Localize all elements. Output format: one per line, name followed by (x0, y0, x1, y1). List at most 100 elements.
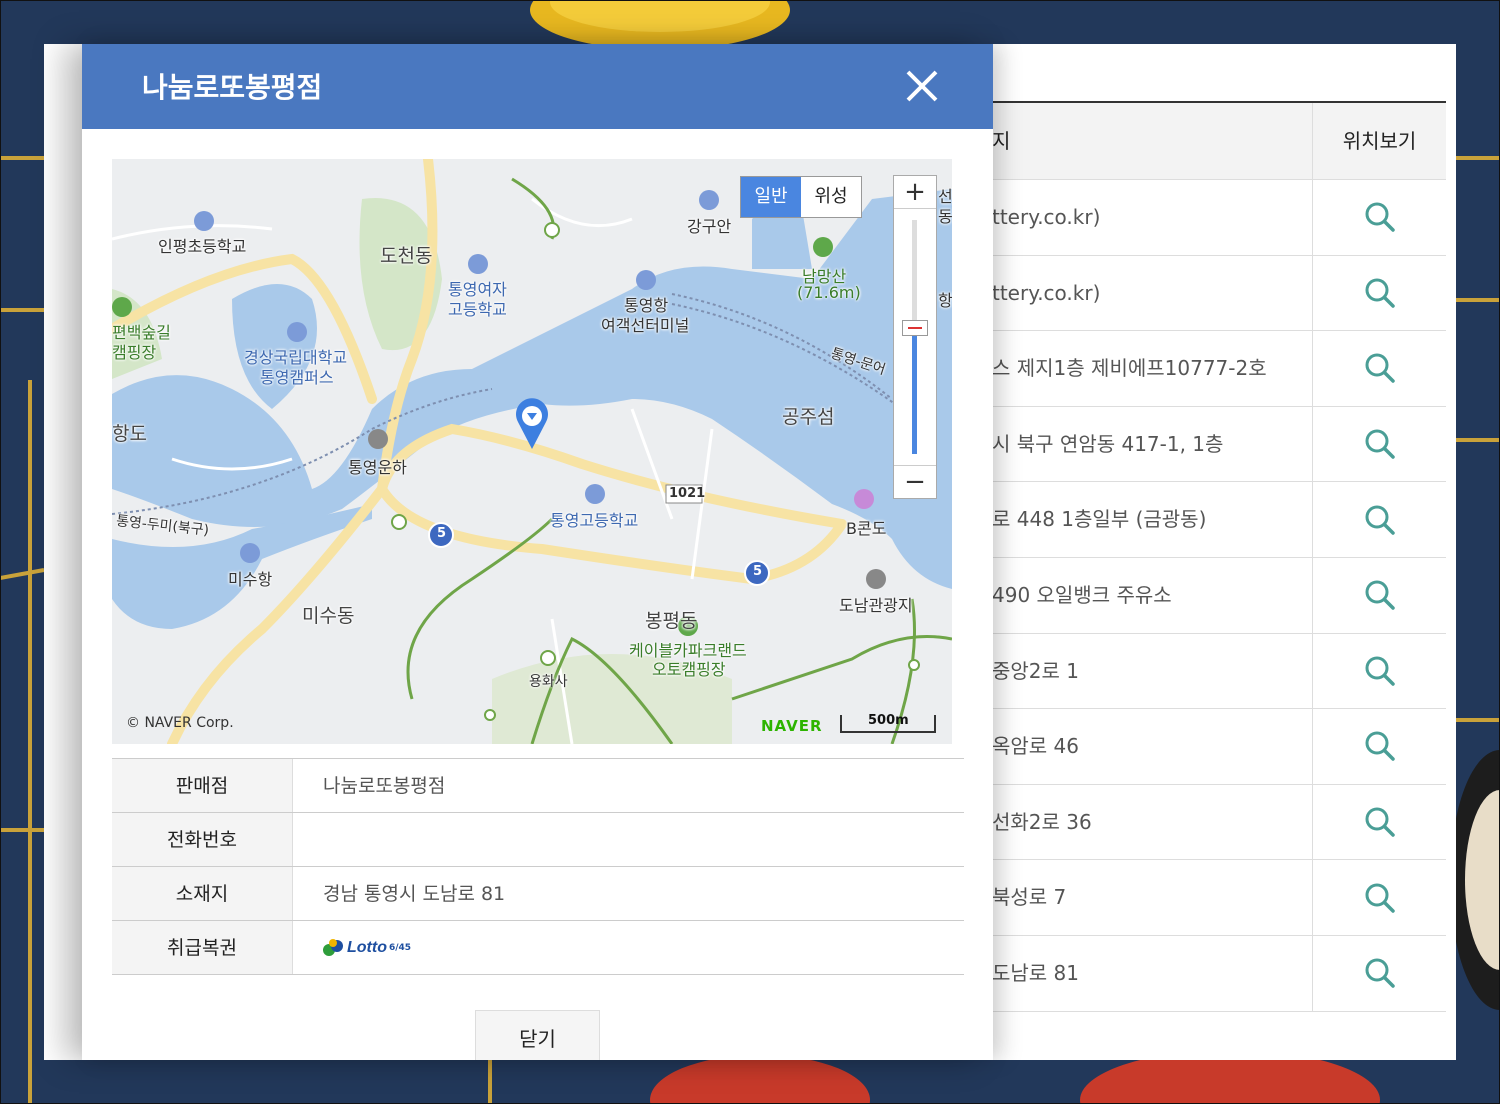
map-label-gongjuseom: 공주섬 (782, 406, 835, 428)
map-label-univ-2: 통영캠퍼스 (260, 368, 334, 387)
zoom-level-fill (912, 336, 917, 454)
row-address: 옥암로 46 (992, 734, 1080, 759)
table-row: 선화2로 36 (992, 784, 1446, 861)
map-label-nammangsan-2: (71.6m) (797, 283, 861, 302)
modal-title: 나눔로또봉평점 (142, 71, 323, 104)
info-value-lottery-types: Lotto 6/45 (293, 921, 411, 974)
map-label-forest-2: 캠핑장 (112, 343, 157, 362)
info-value-phone (293, 813, 323, 866)
table-row: 로 448 1층일부 (금광동) (992, 482, 1446, 558)
row-address: ttery.co.kr) (992, 280, 1101, 305)
map-label-bongpyeong: 봉평동 (645, 610, 698, 632)
map-label-cable-2: 오토캠핑장 (652, 660, 726, 679)
table-row: 스 제지1층 제비에프10777-2호 (992, 331, 1446, 407)
map-label-docheon: 도천동 (380, 245, 433, 267)
search-icon[interactable] (1364, 957, 1396, 989)
map-label-donam: 도남관광지 (839, 596, 913, 615)
lotto-logo-number: 6/45 (388, 942, 412, 953)
location-view-cell (1312, 633, 1446, 709)
search-icon[interactable] (1364, 806, 1396, 838)
table-row: ttery.co.kr) (992, 255, 1446, 332)
row-address: 북성로 7 (992, 885, 1067, 910)
naver-logo[interactable]: NAVER (761, 717, 823, 735)
row-address: 스 제지1층 제비에프10777-2호 (992, 356, 1267, 381)
map-label-inpyeong: 인평초등학교 (158, 237, 247, 256)
store-detail-modal: 나눔로또봉평점 인평초등학교 도천동 통영여자 고등학교 강구안 남망산 (71… (82, 44, 993, 1060)
info-row-phone: 전화번호 (112, 813, 964, 867)
zoom-slider-handle[interactable] (902, 320, 928, 336)
table-row: 중앙2로 1 (992, 633, 1446, 710)
table-row: ttery.co.kr) (992, 180, 1446, 256)
map-label-bcondo: B콘도 (846, 519, 887, 538)
row-address: 중앙2로 1 (992, 658, 1080, 683)
info-key-phone: 전화번호 (112, 813, 293, 866)
info-key-lottery-types: 취급복권 (112, 921, 293, 974)
location-view-cell (1312, 255, 1446, 331)
row-address: 490 오일뱅크 주유소 (992, 582, 1172, 607)
header-location: 위치보기 (1312, 103, 1446, 179)
map-label-hangdo: 항도 (112, 423, 147, 445)
table-row: 옥암로 46 (992, 709, 1446, 785)
close-button[interactable]: 닫기 (475, 1010, 600, 1060)
search-icon[interactable] (1364, 730, 1396, 762)
search-icon[interactable] (1364, 352, 1396, 384)
map-label-tongyeong-high: 통영고등학교 (550, 511, 639, 530)
map-label-misu-dong: 미수동 (302, 605, 355, 627)
lotto-logo: Lotto 6/45 (323, 921, 411, 975)
map-type-toggle: 일반 위성 (740, 176, 862, 218)
table-row: 도남로 81 (992, 935, 1446, 1012)
map-label-route-5a: 5 (437, 526, 447, 541)
location-view-cell (1312, 331, 1446, 406)
row-address: 로 448 1층일부 (금광동) (992, 507, 1207, 532)
lotto-balls-icon (323, 938, 343, 956)
map-label-canal: 통영운하 (348, 458, 407, 477)
store-list-table: 지 위치보기 ttery.co.kr) ttery.co.kr) 스 제지1층 제비… (992, 101, 1446, 1012)
search-icon[interactable] (1364, 201, 1396, 233)
map-label-edge-right-2: 동 (938, 207, 952, 226)
map-label-tongyeong-girls-2: 고등학교 (448, 300, 507, 319)
map-copyright: © NAVER Corp. (126, 715, 234, 731)
location-view-cell (1312, 406, 1446, 482)
table-row: 북성로 7 (992, 860, 1446, 936)
map-type-normal-button[interactable]: 일반 (741, 177, 801, 217)
location-view-cell (1312, 482, 1446, 557)
location-view-cell (1312, 557, 1446, 633)
info-value-address: 경남 통영시 도남로 81 (323, 882, 506, 905)
zoom-out-button[interactable]: − (894, 465, 936, 498)
map-label-route-5b: 5 (753, 564, 763, 579)
info-row-address: 소재지 경남 통영시 도남로 81 (112, 867, 964, 921)
map-scale-label: 500m (868, 713, 909, 728)
table-header: 지 위치보기 (992, 103, 1446, 180)
store-map[interactable]: 인평초등학교 도천동 통영여자 고등학교 강구안 남망산 (71.6m) 통영항… (112, 159, 952, 744)
row-address: 도남로 81 (992, 960, 1080, 985)
map-label-route-1021: 1021 (669, 486, 706, 501)
search-icon[interactable] (1364, 277, 1396, 309)
table-row: 490 오일뱅크 주유소 (992, 557, 1446, 634)
search-icon[interactable] (1364, 882, 1396, 914)
search-icon[interactable] (1364, 504, 1396, 536)
info-row-store: 판매점 나눔로또봉평점 (112, 759, 964, 813)
info-key-address: 소재지 (112, 867, 293, 920)
row-address: 선화2로 36 (992, 809, 1092, 834)
map-label-edge-right-3: 항 (938, 291, 952, 310)
location-view-cell (1312, 784, 1446, 860)
zoom-control: + − (893, 175, 937, 499)
close-icon[interactable] (900, 64, 944, 108)
map-type-satellite-button[interactable]: 위성 (801, 177, 861, 217)
search-icon[interactable] (1364, 655, 1396, 687)
info-key-store: 판매점 (112, 759, 293, 812)
map-label-yonghwasa: 용화사 (529, 674, 568, 690)
location-view-cell (1312, 180, 1446, 255)
map-label-harbor-2: 여객선터미널 (601, 316, 690, 335)
zoom-in-button[interactable]: + (894, 176, 936, 209)
lotto-logo-text: Lotto (347, 938, 387, 956)
header-address: 지 (992, 129, 1011, 153)
table-row: 시 북구 연암동 417-1, 1층 (992, 406, 1446, 483)
search-icon[interactable] (1364, 579, 1396, 611)
map-label-ganggu: 강구안 (687, 217, 732, 236)
search-icon[interactable] (1364, 428, 1396, 460)
info-row-lottery-types: 취급복권 Lotto 6/45 (112, 921, 964, 975)
row-address: 시 북구 연암동 417-1, 1층 (992, 431, 1224, 456)
location-view-cell (1312, 935, 1446, 1011)
location-view-cell (1312, 709, 1446, 784)
